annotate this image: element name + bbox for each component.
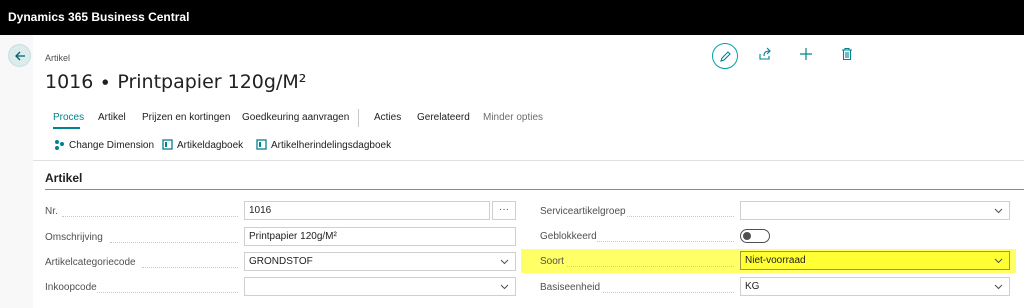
basiseenheid-select[interactable]: KG	[740, 277, 1010, 296]
geblokkeerd-toggle[interactable]	[740, 229, 770, 243]
journal-icon	[162, 139, 173, 150]
tab-prijzen-en-kortingen[interactable]: Prijzen en kortingen	[142, 112, 230, 123]
inkoopcode-select[interactable]	[244, 277, 516, 296]
soort-value: Niet-voorraad	[745, 255, 806, 266]
label-leader	[597, 241, 734, 242]
tab-separator	[358, 109, 359, 127]
label-leader	[97, 292, 238, 293]
action-change-dimension[interactable]: Change Dimension	[54, 139, 154, 151]
label-inkoopcode: Inkoopcode	[45, 282, 97, 293]
active-tab-indicator	[53, 127, 80, 129]
tab-artikel[interactable]: Artikel	[98, 112, 126, 123]
label-leader	[567, 266, 734, 267]
action-label: Artikelherindelingsdagboek	[271, 140, 392, 151]
label-soort: Soort	[540, 256, 564, 267]
section-title[interactable]: Artikel	[45, 171, 82, 185]
share-icon[interactable]	[758, 47, 772, 61]
page-caption: Artikel	[45, 53, 71, 63]
toggle-knob	[743, 232, 751, 240]
omschrijving-field[interactable]: Printpapier 120g/M²	[244, 227, 516, 246]
tab-proces[interactable]: Proces	[53, 112, 84, 123]
dimension-icon	[55, 140, 64, 150]
chevron-down-icon	[994, 208, 1003, 214]
chevron-down-icon	[994, 284, 1003, 290]
label-geblokkeerd: Geblokkeerd	[540, 231, 597, 242]
tab-minder-opties[interactable]: Minder opties	[483, 112, 543, 123]
chevron-down-icon	[500, 259, 509, 265]
label-leader	[110, 242, 238, 243]
basiseenheid-value: KG	[745, 281, 760, 292]
edit-button[interactable]	[712, 43, 738, 69]
edit-icon	[720, 51, 731, 62]
artikelcategoriecode-value: GRONDSTOF	[249, 256, 313, 267]
label-leader	[62, 216, 238, 217]
tab-acties[interactable]: Acties	[374, 112, 401, 123]
nr-field[interactable]: 1016	[244, 201, 490, 220]
label-basiseenheid: Basiseenheid	[540, 282, 601, 293]
label-omschrijving: Omschrijving	[45, 232, 103, 243]
label-leader	[627, 216, 734, 217]
action-artikelherindelingsdagboek[interactable]: Artikelherindelingsdagboek	[256, 139, 391, 151]
label-leader	[142, 267, 238, 268]
back-button[interactable]	[8, 44, 31, 67]
app-header: Dynamics 365 Business Central	[0, 0, 1024, 35]
chevron-down-icon	[500, 284, 509, 290]
label-nr: Nr.	[45, 206, 58, 217]
action-artikeldagboek[interactable]: Artikeldagboek	[162, 139, 243, 151]
nr-more-button[interactable]: ···	[492, 201, 516, 220]
section-divider	[45, 189, 1024, 190]
label-leader	[603, 292, 734, 293]
artikelcategoriecode-select[interactable]: GRONDSTOF	[244, 252, 516, 271]
plus-icon[interactable]	[799, 47, 813, 61]
serviceartikelgroep-select[interactable]	[740, 201, 1010, 220]
label-artikelcategoriecode: Artikelcategoriecode	[45, 257, 136, 268]
label-serviceartikelgroep: Serviceartikelgroep	[540, 206, 626, 217]
action-label: Artikeldagboek	[177, 140, 244, 151]
action-label: Change Dimension	[69, 140, 155, 151]
header-divider	[33, 160, 1024, 161]
arrow-left-icon	[15, 51, 25, 61]
delete-icon[interactable]	[840, 47, 854, 61]
tab-goedkeuring-aanvragen[interactable]: Goedkeuring aanvragen	[242, 112, 349, 123]
app-title: Dynamics 365 Business Central	[8, 10, 190, 24]
soort-select[interactable]: Niet-voorraad	[740, 251, 1010, 270]
page-title: 1016 ∙ Printpapier 120g/M²	[45, 71, 307, 93]
journal-icon	[256, 139, 267, 150]
chevron-down-icon	[994, 258, 1003, 264]
tab-gerelateerd[interactable]: Gerelateerd	[417, 112, 470, 123]
